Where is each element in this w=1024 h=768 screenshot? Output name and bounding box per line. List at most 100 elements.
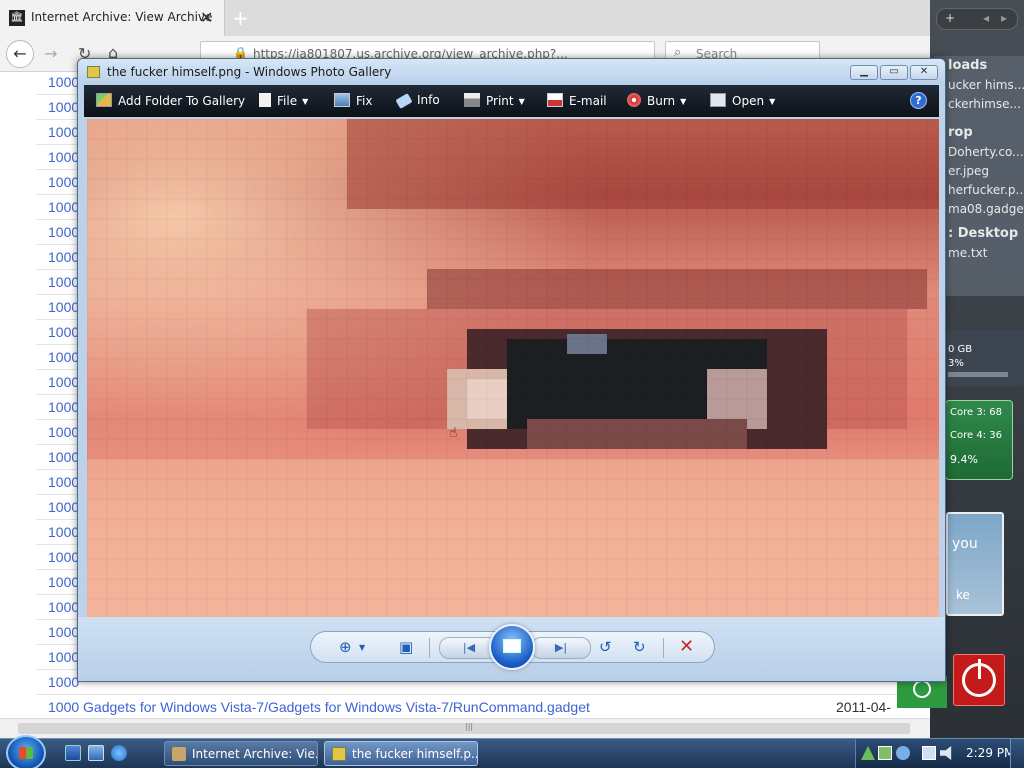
archive-file-link[interactable]: 1000: [48, 424, 79, 440]
internet-explorer-icon[interactable]: [111, 745, 127, 761]
close-button[interactable]: ✕: [910, 65, 938, 80]
drop-heading: rop: [948, 125, 973, 140]
print-menu[interactable]: Print ▼: [464, 93, 525, 108]
scrollbar-thumb[interactable]: [18, 723, 910, 734]
info-button[interactable]: Info: [395, 93, 440, 109]
security-tray-icon[interactable]: [878, 746, 892, 760]
file-icon: [259, 93, 271, 107]
help-button[interactable]: ?: [910, 92, 927, 109]
photo-gallery-icon: [87, 66, 100, 78]
zoom-caret-icon[interactable]: ▼: [359, 643, 365, 652]
archive-favicon-icon: 🏛: [9, 10, 25, 26]
task-browser[interactable]: Internet Archive: Vie...: [164, 741, 318, 766]
maximize-button[interactable]: ▭: [880, 65, 908, 80]
shutdown-gadget[interactable]: [953, 654, 1005, 706]
next-gadget-icon[interactable]: ▸: [1001, 11, 1007, 25]
window-title: the fucker himself.png - Windows Photo G…: [107, 65, 392, 79]
archive-file-link[interactable]: 1000: [48, 599, 79, 615]
open-icon: [710, 93, 726, 107]
archive-file-link[interactable]: 1000: [48, 574, 79, 590]
archive-file-link[interactable]: 1000: [48, 474, 79, 490]
list-item[interactable]: ma08.gadget: [934, 202, 1024, 216]
new-tab-button[interactable]: +: [232, 6, 249, 30]
dropdown-caret-icon: ▼: [769, 97, 776, 106]
volume-icon[interactable]: [940, 746, 952, 760]
slideshow-icon: [503, 639, 521, 653]
archive-file-link[interactable]: 1000: [48, 174, 79, 190]
gadget-tray-icon[interactable]: [861, 746, 875, 760]
list-item[interactable]: me.txt: [934, 246, 1024, 260]
next-button[interactable]: ▶|: [531, 637, 591, 659]
downloads-heading: loads: [948, 58, 988, 73]
delete-button[interactable]: ✕: [679, 636, 694, 657]
archive-file-link[interactable]: 1000 Gadgets for Windows Vista-7/Gadgets…: [48, 699, 590, 715]
open-menu[interactable]: Open ▼: [710, 93, 775, 108]
archive-file-link[interactable]: 1000: [48, 199, 79, 215]
list-item[interactable]: Doherty.co...: [934, 145, 1024, 159]
archive-file-link[interactable]: 1000: [48, 99, 79, 115]
network-icon[interactable]: [922, 746, 936, 760]
photo-caption: you: [952, 536, 978, 552]
browser-tab[interactable]: 🏛 Internet Archive: View Archive ✕: [0, 0, 225, 36]
archive-file-link[interactable]: 1000: [48, 649, 79, 665]
archive-file-link[interactable]: 1000: [48, 449, 79, 465]
add-gadget-icon[interactable]: +: [945, 11, 955, 25]
archive-file-link[interactable]: 1000: [48, 124, 79, 140]
rotate-ccw-button[interactable]: ↺: [599, 638, 612, 656]
update-tray-icon[interactable]: [896, 746, 910, 760]
show-desktop-icon[interactable]: [65, 745, 81, 761]
slideshow-button[interactable]: [489, 624, 535, 670]
email-label: E-mail: [569, 94, 607, 108]
prev-gadget-icon[interactable]: ◂: [983, 11, 989, 25]
archive-file-link[interactable]: 1000: [48, 549, 79, 565]
fix-button[interactable]: Fix: [334, 93, 372, 108]
photo-viewer[interactable]: ☝: [87, 119, 939, 617]
archive-file-link[interactable]: 1000: [48, 499, 79, 515]
archive-file-link[interactable]: 1000: [48, 374, 79, 390]
archive-file-link[interactable]: 1000: [48, 274, 79, 290]
list-item[interactable]: herfucker.p...: [934, 183, 1024, 197]
horizontal-scrollbar[interactable]: |||: [0, 718, 930, 738]
archive-file-link[interactable]: 1000: [48, 349, 79, 365]
separator: [663, 638, 664, 658]
show-desktop-button[interactable]: [1010, 739, 1024, 768]
photo-gallery-task-icon: [332, 747, 346, 761]
actual-size-button[interactable]: ▣: [399, 638, 413, 656]
archive-file-link[interactable]: 1000: [48, 224, 79, 240]
file-label: File: [277, 94, 298, 108]
task-photo-gallery[interactable]: the fucker himself.p...: [324, 741, 478, 766]
clock[interactable]: 2:29 PM: [966, 746, 1014, 760]
burn-menu[interactable]: Burn ▼: [627, 93, 686, 108]
archive-file-link[interactable]: 1000: [48, 324, 79, 340]
list-item[interactable]: er.jpeg: [934, 164, 1024, 178]
add-folder-button[interactable]: Add Folder To Gallery: [96, 93, 245, 108]
forward-button[interactable]: →: [44, 44, 57, 63]
archive-file-link[interactable]: 1000: [48, 399, 79, 415]
file-menu[interactable]: File ▼: [259, 93, 308, 108]
list-item[interactable]: ckerhimse...: [934, 97, 1024, 111]
add-folder-icon: [96, 93, 112, 107]
switch-windows-icon[interactable]: [88, 745, 104, 761]
list-item[interactable]: ucker hims...: [934, 78, 1024, 92]
archive-file-link[interactable]: 1000: [48, 249, 79, 265]
dropdown-caret-icon: ▼: [302, 97, 309, 106]
photo-number: 26: [996, 626, 1012, 640]
task-label: Internet Archive: Vie...: [192, 747, 318, 761]
archive-file-link[interactable]: 1000: [48, 149, 79, 165]
archive-file-link[interactable]: 1000: [48, 299, 79, 315]
tab-close-icon[interactable]: ✕: [200, 8, 213, 27]
window-titlebar[interactable]: the fucker himself.png - Windows Photo G…: [78, 59, 945, 85]
rotate-cw-button[interactable]: ↻: [633, 638, 646, 656]
sidebar-controls[interactable]: + ◂ ▸: [936, 8, 1018, 30]
start-button[interactable]: [6, 735, 46, 768]
back-button[interactable]: ←: [6, 40, 34, 68]
archive-file-link[interactable]: 1000: [48, 674, 79, 690]
minimize-button[interactable]: ▁: [850, 65, 878, 80]
zoom-button[interactable]: ⊕: [339, 638, 352, 656]
archive-file-link[interactable]: 1000: [48, 524, 79, 540]
archive-file-link[interactable]: 1000: [48, 624, 79, 640]
email-button[interactable]: E-mail: [547, 93, 607, 108]
add-folder-label: Add Folder To Gallery: [118, 94, 246, 108]
slideshow-gadget[interactable]: you ke: [946, 512, 1004, 616]
burn-label: Burn: [647, 94, 676, 108]
